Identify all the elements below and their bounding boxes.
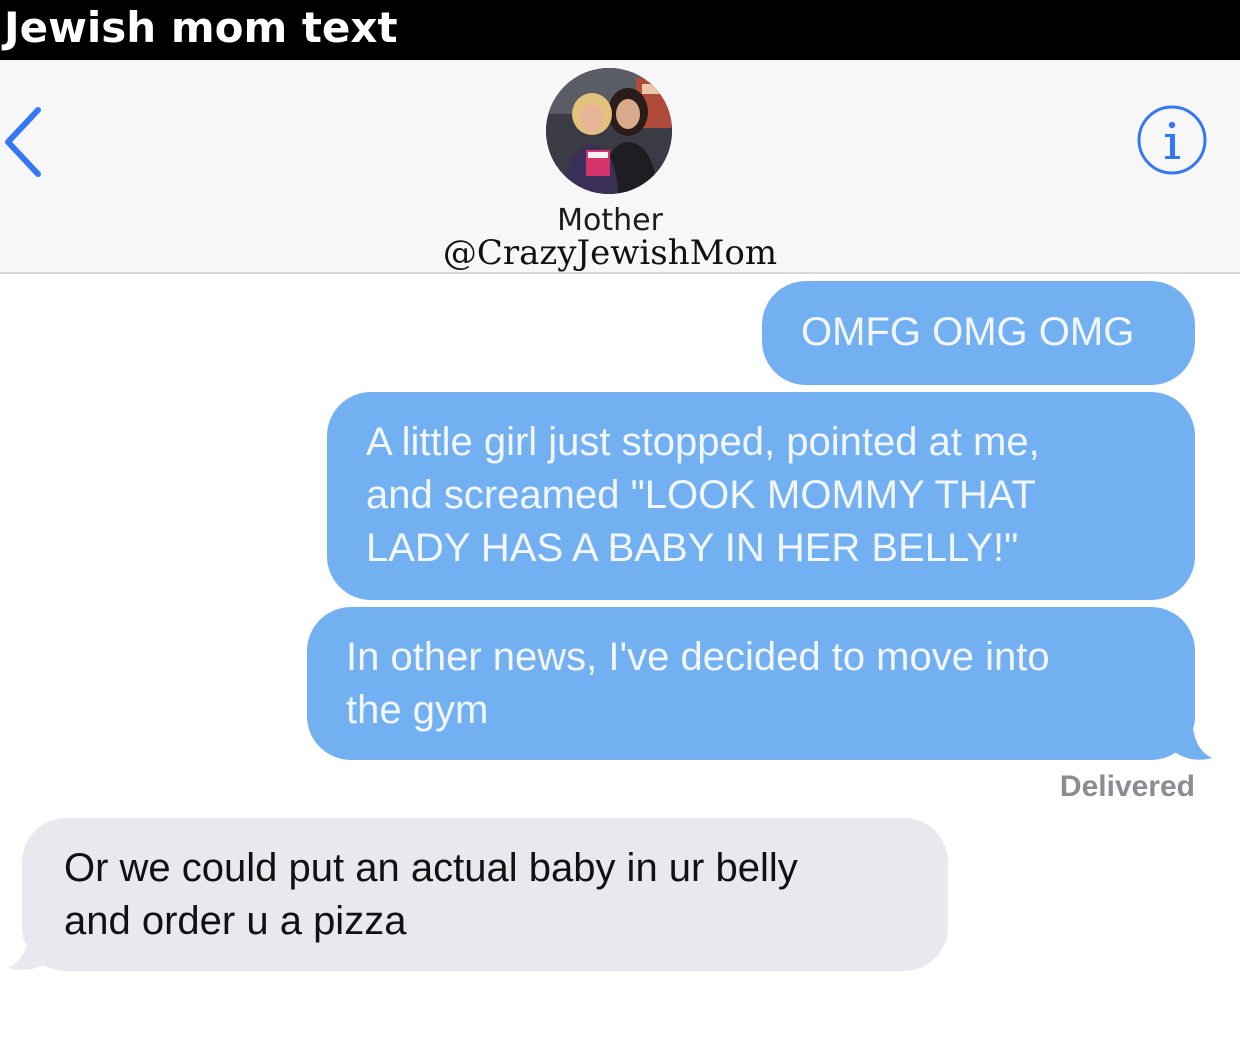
bubble-tail	[1170, 720, 1212, 760]
message-text: OMFG OMG OMG	[801, 310, 1135, 354]
received-message-bubble[interactable]: Or we could put an actual baby in ur bel…	[22, 818, 948, 971]
message-text: and screamed "LOOK MOMMY THAT	[366, 473, 1036, 517]
info-button[interactable]	[1136, 104, 1208, 176]
sent-message-bubble[interactable]: In other news, I've decided to move into…	[307, 607, 1195, 760]
message-text: LADY HAS A BABY IN HER BELLY!"	[366, 526, 1019, 570]
message-text: A little girl just stopped, pointed at m…	[366, 420, 1040, 464]
contact-handle: @CrazyJewishMom	[442, 233, 778, 273]
back-button[interactable]	[0, 100, 60, 190]
message-text: Or we could put an actual baby in ur bel…	[64, 846, 798, 890]
conversation-header: Mother @CrazyJewishMom	[0, 60, 1240, 274]
sent-message-bubble[interactable]: A little girl just stopped, pointed at m…	[327, 392, 1195, 600]
info-icon	[1137, 105, 1207, 175]
message-text: In other news, I've decided to move into	[346, 635, 1050, 679]
message-text: the gym	[346, 688, 489, 732]
delivery-status: Delivered	[1059, 770, 1195, 803]
avatar-photo	[546, 68, 672, 194]
chevron-left-icon	[5, 107, 41, 177]
bubble-tail	[8, 930, 52, 970]
screenshot: Jewish mom text Mother @CrazyJewishMom O…	[0, 0, 1240, 1060]
sent-message-bubble[interactable]: OMFG OMG OMG	[762, 281, 1195, 385]
message-text: and order u a pizza	[64, 899, 407, 943]
contact-avatar[interactable]	[546, 68, 672, 194]
caption-title: Jewish mom text	[4, 3, 398, 52]
caption-bar: Jewish mom text	[0, 0, 1240, 60]
